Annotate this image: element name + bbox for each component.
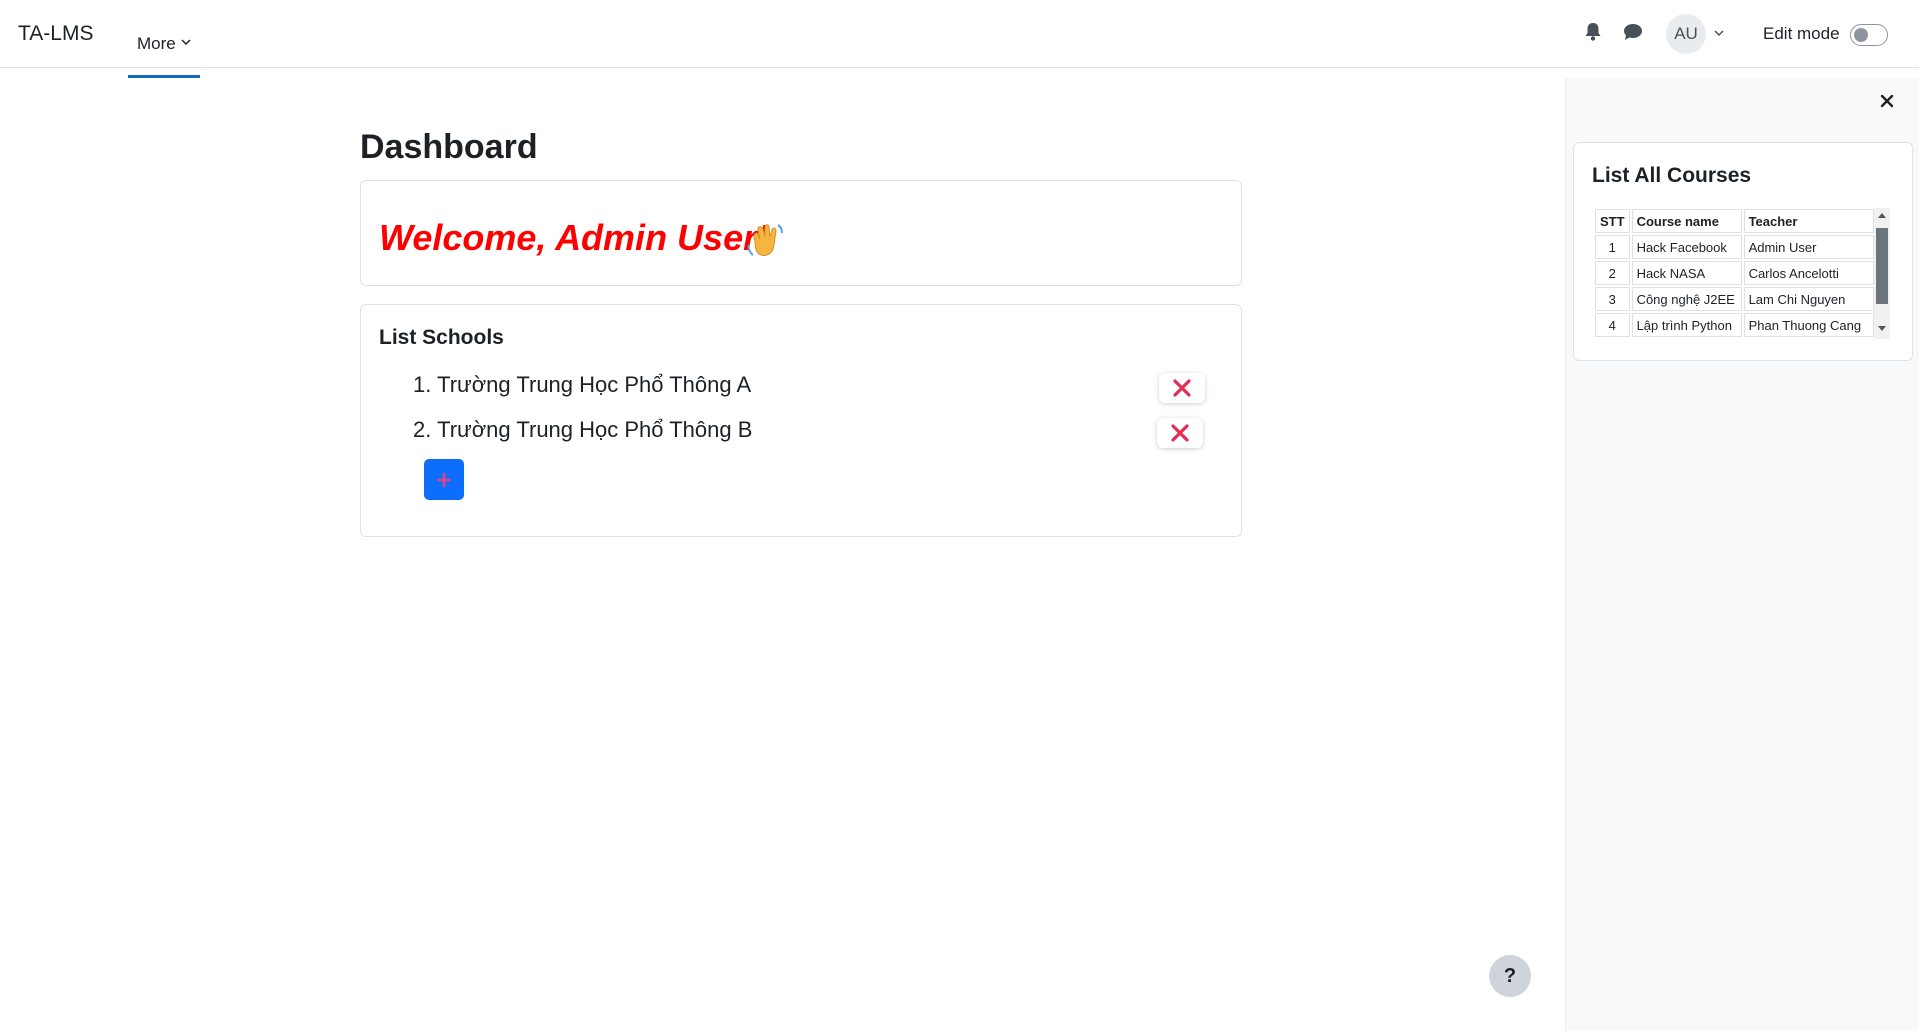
chevron-down-icon[interactable]	[1714, 27, 1724, 41]
list-item-number: 1.	[413, 372, 432, 397]
welcome-text: Welcome, Admin User!	[379, 217, 770, 258]
table-cell: 2	[1595, 261, 1630, 285]
toggle-knob	[1854, 28, 1868, 42]
help-button[interactable]: ?	[1489, 955, 1531, 997]
scroll-down-arrow-icon[interactable]	[1874, 325, 1890, 335]
add-school-button[interactable]	[424, 459, 464, 500]
plus-icon	[436, 472, 452, 487]
courses-block: List All Courses STT Course name Teacher…	[1573, 142, 1913, 361]
table-cell: Công nghệ J2EE	[1631, 287, 1742, 311]
list-item: 2. Trường Trung Học Phổ Thông B	[413, 417, 752, 443]
nav-more-label: More	[137, 34, 176, 53]
table-cell: 4	[1595, 313, 1630, 337]
column-header: Teacher	[1743, 209, 1874, 233]
list-item: 1. Trường Trung Học Phổ Thông A	[413, 372, 751, 398]
avatar[interactable]: AU	[1666, 14, 1706, 54]
scrollbar-thumb[interactable]	[1876, 228, 1888, 304]
chat-icon[interactable]	[1623, 22, 1643, 42]
table-cell: Hack Facebook	[1631, 235, 1742, 259]
list-item-name: Trường Trung Học Phổ Thông A	[437, 372, 752, 397]
table-cell: 3	[1595, 287, 1630, 311]
column-header: Course name	[1631, 209, 1742, 233]
courses-table-wrapper[interactable]: STT Course name Teacher 1 Hack Facebook …	[1593, 207, 1889, 340]
table-cell: Lam Chi Nguyen	[1743, 287, 1874, 311]
bell-icon[interactable]	[1584, 22, 1602, 42]
table-cell: Carlos Ancelotti	[1743, 261, 1874, 285]
scroll-up-arrow-icon[interactable]	[1874, 211, 1890, 221]
table-scrollbar[interactable]	[1874, 208, 1890, 339]
table-header-row: STT Course name Teacher	[1595, 209, 1874, 233]
drawer-top-gap	[1565, 68, 1919, 78]
delete-school-button[interactable]	[1159, 373, 1205, 403]
table-cell: Phan Thuong Cang	[1743, 313, 1874, 337]
nav-active-indicator	[128, 75, 200, 78]
site-brand[interactable]: TA-LMS	[18, 22, 93, 46]
delete-school-button[interactable]	[1157, 418, 1203, 448]
table-row: 2 Hack NASA Carlos Ancelotti	[1595, 261, 1874, 285]
block-title: List All Courses	[1592, 164, 1752, 187]
edit-mode-label: Edit mode	[1763, 24, 1840, 43]
nav-more-menu[interactable]: More	[128, 0, 200, 78]
list-item-name: Trường Trung Học Phổ Thông B	[437, 417, 753, 442]
close-icon	[1171, 424, 1189, 442]
close-icon	[1173, 379, 1191, 397]
table-row: 1 Hack Facebook Admin User	[1595, 235, 1874, 259]
table-cell: Lập trình Python	[1631, 313, 1742, 337]
table-row: 3 Công nghệ J2EE Lam Chi Nguyen	[1595, 287, 1874, 311]
table-row: 4 Lập trình Python Phan Thuong Cang	[1595, 313, 1874, 337]
page-title: Dashboard	[360, 128, 538, 166]
column-header: STT	[1595, 209, 1630, 233]
top-navbar: TA-LMS More AU Edit mode	[0, 0, 1919, 78]
list-item-number: 2.	[413, 417, 432, 442]
chevron-down-icon	[181, 36, 191, 50]
edit-mode-toggle[interactable]	[1850, 24, 1888, 46]
table-cell: 1	[1595, 235, 1630, 259]
schools-card: List Schools 1. Trường Trung Học Phổ Thô…	[360, 304, 1242, 537]
welcome-card: Welcome, Admin User!	[360, 180, 1242, 286]
table-cell: Admin User	[1743, 235, 1874, 259]
courses-table: STT Course name Teacher 1 Hack Facebook …	[1593, 207, 1876, 339]
waving-hand-icon	[745, 219, 785, 261]
table-cell: Hack NASA	[1631, 261, 1742, 285]
close-icon[interactable]	[1878, 92, 1896, 110]
schools-title: List Schools	[379, 326, 504, 349]
